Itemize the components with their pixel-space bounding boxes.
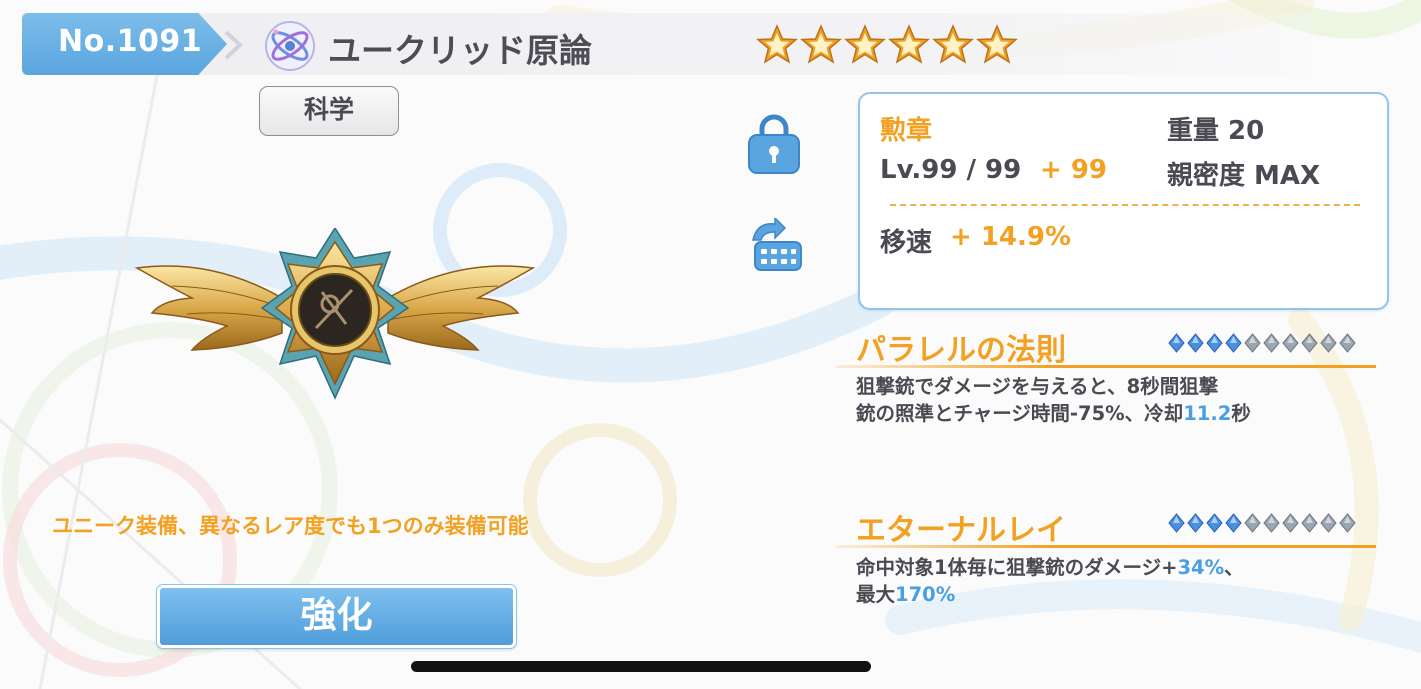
rarity-stars — [756, 24, 1018, 66]
divider — [890, 204, 1360, 206]
skill-2-name: エターナルレイ — [856, 513, 1066, 548]
skill-2-desc-line-1: 命中対象1体毎に狙撃銃のダメージ+34%、 — [856, 554, 1244, 581]
lock-icon[interactable] — [745, 113, 803, 175]
gem-empty-icon — [1339, 513, 1356, 533]
keyboard-icon[interactable] — [745, 218, 803, 274]
skill-2-max-value: 170% — [895, 583, 956, 606]
gem-filled-icon — [1225, 513, 1242, 533]
equipment-type: 勲章 — [880, 116, 933, 146]
gem-empty-icon — [1320, 333, 1337, 353]
star-icon — [756, 24, 798, 64]
gem-empty-icon — [1263, 333, 1280, 353]
stats-panel — [858, 92, 1389, 310]
star-icon — [888, 24, 930, 64]
skill-1-cooldown-value: 11.2 — [1183, 402, 1232, 425]
skill-1-description: 狙撃銃でダメージを与えると、8秒間狙撃 銃の照準とチャージ時間-75%、冷却11… — [856, 373, 1251, 427]
gem-empty-icon — [1244, 513, 1261, 533]
skill-1-desc-line-1: 狙撃銃でダメージを与えると、8秒間狙撃 — [856, 375, 1219, 398]
gem-empty-icon — [1282, 333, 1299, 353]
gem-empty-icon — [1320, 513, 1337, 533]
gem-empty-icon — [1263, 513, 1280, 533]
gem-empty-icon — [1301, 333, 1318, 353]
equipment-number: No.1091 — [58, 24, 203, 59]
stat-value: + 14.9% — [950, 222, 1072, 252]
skill-1-name: パラレルの法則 — [856, 333, 1066, 368]
skill-2-description: 命中対象1体毎に狙撃銃のダメージ+34%、 最大170% — [856, 554, 1244, 608]
atom-icon — [265, 21, 315, 71]
gem-empty-icon — [1301, 513, 1318, 533]
skill-2-desc-text: 命中対象1体毎に狙撃銃のダメージ+ — [856, 556, 1178, 579]
skill-2-level-gems — [1167, 513, 1357, 533]
level-value: Lv.99 / 99 — [880, 155, 1022, 185]
weight-value: 重量 20 — [1167, 116, 1265, 146]
skill-2-desc-line-2: 最大170% — [856, 581, 1244, 608]
skill-1-desc-text: 銃の照準とチャージ時間-75%、冷却 — [856, 402, 1184, 425]
gem-filled-icon — [1206, 513, 1223, 533]
gem-empty-icon — [1339, 333, 1356, 353]
star-icon — [932, 24, 974, 64]
gem-filled-icon — [1187, 333, 1204, 353]
medal-image — [134, 228, 536, 400]
equipment-name: ユークリッド原論 — [328, 31, 592, 70]
skill-1-desc-unit: 秒 — [1231, 402, 1251, 425]
gem-filled-icon — [1187, 513, 1204, 533]
affinity-value: 親密度 MAX — [1167, 161, 1321, 191]
gem-empty-icon — [1282, 513, 1299, 533]
skill-1-desc-line-2: 銃の照準とチャージ時間-75%、冷却11.2秒 — [856, 400, 1251, 427]
stat-label: 移速 — [880, 228, 933, 258]
chevron-right-icon — [224, 30, 243, 60]
gem-filled-icon — [1168, 333, 1185, 353]
gem-filled-icon — [1225, 333, 1242, 353]
star-icon — [976, 24, 1018, 64]
category-tag: 科学 — [259, 86, 399, 136]
gem-filled-icon — [1168, 513, 1185, 533]
skill-1-level-gems — [1167, 333, 1357, 353]
skill-2-desc-max-label: 最大 — [856, 583, 896, 606]
unique-equipment-note: ユニーク装備、異なるレア度でも1つのみ装備可能 — [52, 514, 529, 538]
level-bonus: + 99 — [1040, 155, 1108, 185]
home-indicator — [411, 661, 871, 672]
gem-filled-icon — [1206, 333, 1223, 353]
skill-2-desc-punct: 、 — [1224, 556, 1244, 579]
star-icon — [844, 24, 886, 64]
skill-2-damage-value: 34% — [1177, 556, 1225, 579]
enhance-button[interactable]: 強化 — [156, 584, 517, 649]
skill-2-divider — [836, 545, 1376, 548]
gem-empty-icon — [1244, 333, 1261, 353]
skill-1-divider — [836, 365, 1376, 368]
star-icon — [800, 24, 842, 64]
